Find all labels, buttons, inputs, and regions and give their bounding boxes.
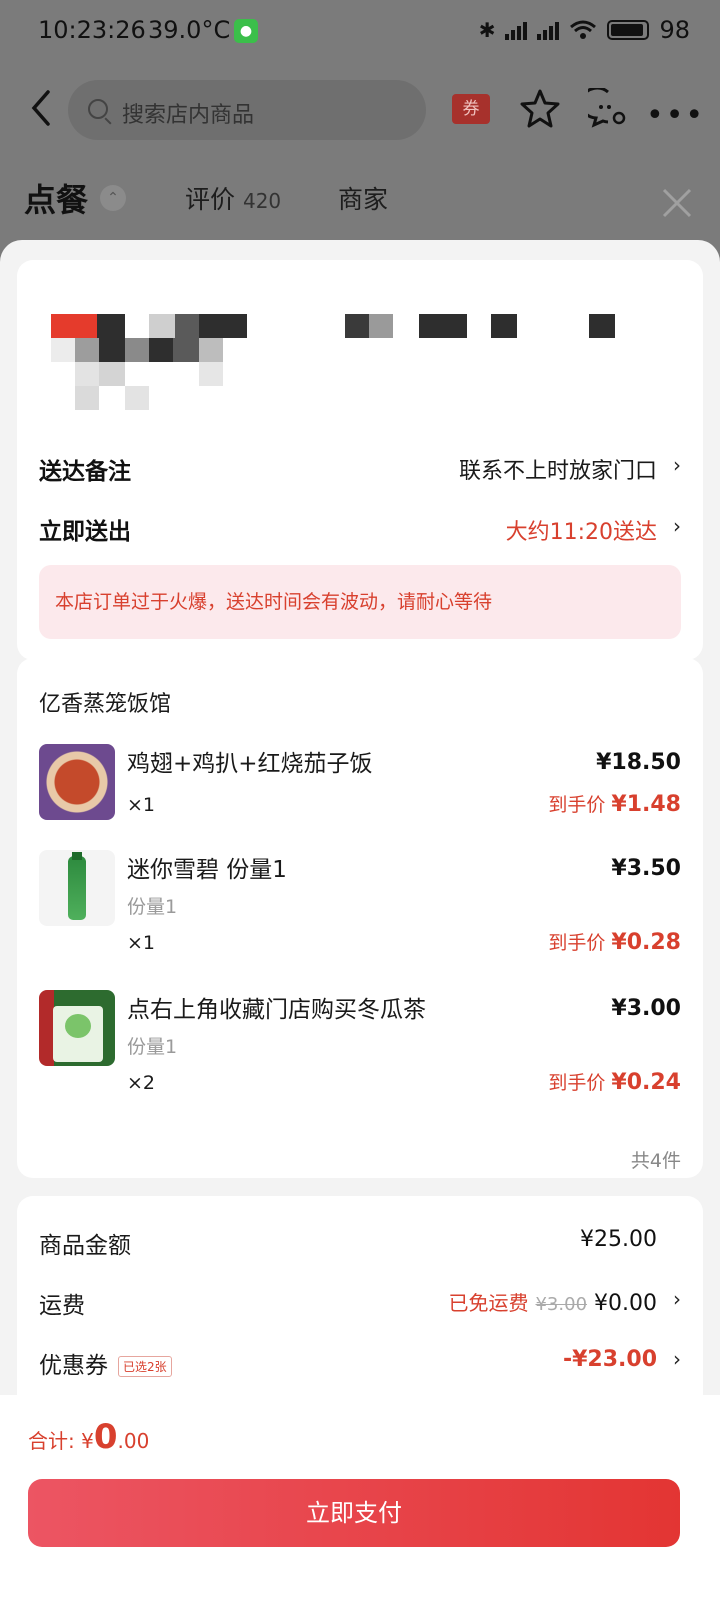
coupon-label: 优惠券 已选2张 — [39, 1346, 172, 1380]
item-name: 迷你雪碧 份量1 — [127, 857, 287, 883]
chevron-right-icon[interactable]: › — [673, 514, 681, 538]
item-image — [39, 744, 115, 820]
store-tabs: 点餐 ⌃ 评价 420 商家 — [0, 175, 720, 225]
item-spec: 份量1 — [127, 896, 178, 918]
order-total: 合计: ¥0.00 — [28, 1417, 149, 1457]
total-integer: 0 — [93, 1417, 118, 1457]
battery-icon — [607, 20, 650, 40]
signal-icon-2 — [537, 20, 560, 40]
more-icon[interactable]: ••• — [646, 98, 705, 133]
final-value: ¥0.24 — [611, 1070, 681, 1095]
signal-icon — [505, 20, 528, 40]
chevron-right-icon[interactable]: › — [673, 1287, 681, 1311]
delivery-card: 送达备注 联系不上时放家门口 › 立即送出 大约11:20送达 › 本店订单过于… — [17, 260, 703, 660]
coupon-icon[interactable]: 券 — [452, 94, 490, 124]
top-bar: 搜索店内商品 券 ••• — [0, 72, 720, 144]
coupon-badge: 已选2张 — [118, 1356, 172, 1377]
pay-now-button[interactable]: 立即支付 — [28, 1479, 680, 1547]
item-count: 共4件 — [630, 1150, 681, 1172]
search-input[interactable]: 搜索店内商品 — [68, 80, 426, 140]
goods-amount-value: ¥25.00 — [580, 1227, 657, 1252]
coupon-label-text: 优惠券 — [39, 1353, 108, 1379]
delivery-note-label: 送达备注 — [39, 459, 131, 485]
free-shipping-tag: 已免运费 — [448, 1291, 529, 1315]
tab-review[interactable]: 评价 420 — [185, 180, 281, 216]
total-label: 合计: — [28, 1429, 75, 1453]
pay-bar: 合计: ¥0.00 立即支付 — [0, 1395, 720, 1600]
search-placeholder: 搜索店内商品 — [122, 103, 255, 128]
tab-merchant[interactable]: 商家 — [338, 180, 388, 216]
status-time: 10:23:26 — [38, 16, 146, 44]
delivery-time-value[interactable]: 大约11:20送达 — [506, 514, 657, 546]
star-icon[interactable] — [520, 88, 560, 128]
final-label: 到手价 — [548, 932, 606, 954]
busy-notice: 本店订单过于火爆，送达时间会有波动，请耐心等待 — [39, 565, 681, 639]
item-final-price: 到手价 ¥1.48 — [548, 790, 681, 817]
item-name: 鸡翅+鸡扒+红烧茄子饭 — [127, 751, 373, 777]
tab-order[interactable]: 点餐 — [24, 175, 88, 221]
item-image — [39, 850, 115, 926]
final-value: ¥1.48 — [611, 792, 681, 817]
coupon-value[interactable]: -¥23.00 — [563, 1347, 657, 1372]
item-final-price: 到手价 ¥0.24 — [548, 1068, 681, 1095]
review-count: 420 — [242, 189, 282, 213]
item-qty: ×1 — [127, 932, 156, 954]
order-items-card: 亿香蒸笼饭馆 鸡翅+鸡扒+红烧茄子饭 ×1 ¥18.50 到手价 ¥1.48 迷… — [17, 658, 703, 1178]
final-label: 到手价 — [548, 1072, 606, 1094]
tab-review-label: 评价 — [185, 185, 236, 214]
item-price: ¥3.00 — [611, 996, 681, 1021]
wechat-icon: ● — [234, 19, 258, 43]
item-qty: ×1 — [127, 794, 156, 816]
item-price: ¥3.50 — [611, 856, 681, 881]
search-icon — [88, 99, 108, 119]
wifi-icon — [570, 20, 597, 39]
fees-card: 商品金额 ¥25.00 运费 已免运费 ¥3.00 ¥0.00 › 优惠券 已选2… — [17, 1196, 703, 1426]
shop-name: 亿香蒸笼饭馆 — [39, 692, 172, 717]
final-value: ¥0.28 — [611, 930, 681, 955]
status-temperature: 39.0°C — [148, 16, 231, 44]
customer-service-icon[interactable] — [588, 88, 628, 128]
delivery-note-value[interactable]: 联系不上时放家门口 — [459, 453, 657, 485]
list-item[interactable]: 迷你雪碧 份量1 份量1 ×1 ¥3.50 到手价 ¥0.28 — [17, 850, 703, 980]
item-name: 点右上角收藏门店购买冬瓜茶 — [127, 997, 426, 1023]
list-item[interactable]: 点右上角收藏门店购买冬瓜茶 份量1 ×2 ¥3.00 到手价 ¥0.24 — [17, 990, 703, 1120]
shipping-label: 运费 — [39, 1293, 85, 1319]
close-icon[interactable] — [660, 186, 694, 220]
shipping-final: ¥0.00 — [594, 1291, 657, 1316]
final-label: 到手价 — [548, 794, 606, 816]
back-icon[interactable] — [22, 86, 62, 130]
status-bar: 10:23:26 39.0°C ● ✱ 98 — [0, 0, 720, 62]
chevron-right-icon[interactable]: › — [673, 1347, 681, 1371]
status-right: ✱ 98 — [479, 16, 690, 44]
address-redacted — [51, 314, 651, 424]
chevron-right-icon[interactable]: › — [673, 453, 681, 477]
shipping-value[interactable]: 已免运费 ¥3.00 ¥0.00 — [448, 1287, 657, 1316]
delivery-time-label: 立即送出 — [39, 519, 131, 545]
battery-level: 98 — [659, 16, 690, 44]
item-price: ¥18.50 — [596, 750, 681, 775]
item-qty: ×2 — [127, 1072, 156, 1094]
item-image — [39, 990, 115, 1066]
shipping-original: ¥3.00 — [535, 1294, 588, 1315]
chevron-up-icon: ⌃ — [100, 185, 126, 211]
goods-amount-label: 商品金额 — [39, 1233, 131, 1259]
total-decimal: .00 — [117, 1429, 150, 1453]
item-spec: 份量1 — [127, 1036, 178, 1058]
total-currency: ¥ — [81, 1429, 94, 1453]
bluetooth-icon: ✱ — [478, 18, 496, 42]
item-final-price: 到手价 ¥0.28 — [548, 928, 681, 955]
